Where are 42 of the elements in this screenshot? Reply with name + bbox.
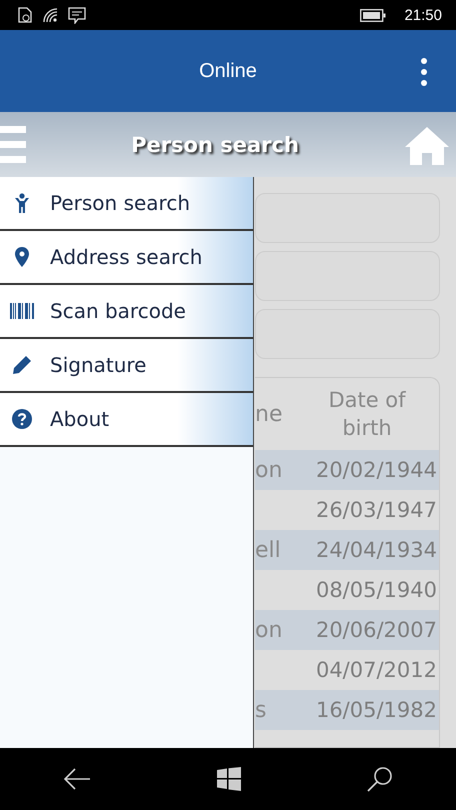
table-cell-text: s — [255, 698, 268, 722]
table-row[interactable]: on 20/06/2007 — [255, 610, 439, 650]
table-cell-text: 16/05/1982 — [316, 698, 438, 722]
table-row[interactable]: on 20/02/1944 — [255, 450, 439, 490]
person-icon — [15, 193, 29, 213]
wifi-icon — [42, 7, 58, 23]
table-cell-text: 26/03/1947 — [316, 498, 438, 522]
menu-item[interactable]: Scan barcode — [0, 285, 253, 339]
message-icon — [68, 6, 86, 24]
table-cell-text: ell — [255, 538, 282, 562]
page-title: Person search — [131, 132, 299, 156]
input-field[interactable] — [255, 193, 440, 243]
table-row[interactable]: ell 24/04/1934 — [255, 530, 439, 570]
table-cell-text: on — [255, 618, 284, 642]
column-header: ne — [255, 402, 284, 426]
table-cell-text: 04/07/2012 — [316, 658, 438, 682]
app-title: Online — [199, 60, 257, 82]
phone-icon — [18, 7, 32, 23]
help-icon — [12, 409, 32, 429]
search-button[interactable] — [367, 766, 393, 792]
column-header: Date of birth — [327, 387, 407, 442]
barcode-icon — [10, 303, 34, 319]
table-cell-text: 20/06/2007 — [316, 618, 438, 642]
menu-item[interactable]: Person search — [0, 177, 253, 231]
map-pin-icon — [15, 247, 29, 267]
menu-button[interactable] — [0, 126, 26, 164]
windows-button[interactable] — [217, 767, 241, 791]
table-cell-text: on — [255, 458, 284, 482]
input-field[interactable] — [255, 251, 440, 301]
clock-time: 21:50 — [404, 6, 442, 24]
input-field[interactable] — [255, 309, 440, 359]
battery-icon — [360, 8, 386, 22]
table-row[interactable]: s 16/05/1982 — [255, 690, 439, 730]
pencil-icon — [12, 355, 32, 375]
back-button[interactable] — [63, 767, 91, 791]
table-cell-text: 24/04/1934 — [316, 538, 438, 562]
table-cell-text: 08/05/1940 — [316, 578, 438, 602]
menu-item[interactable]: Address search — [0, 231, 253, 285]
menu-item[interactable]: About — [0, 393, 253, 447]
home-button[interactable] — [404, 124, 450, 164]
menu-item[interactable]: Signature — [0, 339, 253, 393]
table-cell-text: 20/02/1944 — [316, 458, 438, 482]
